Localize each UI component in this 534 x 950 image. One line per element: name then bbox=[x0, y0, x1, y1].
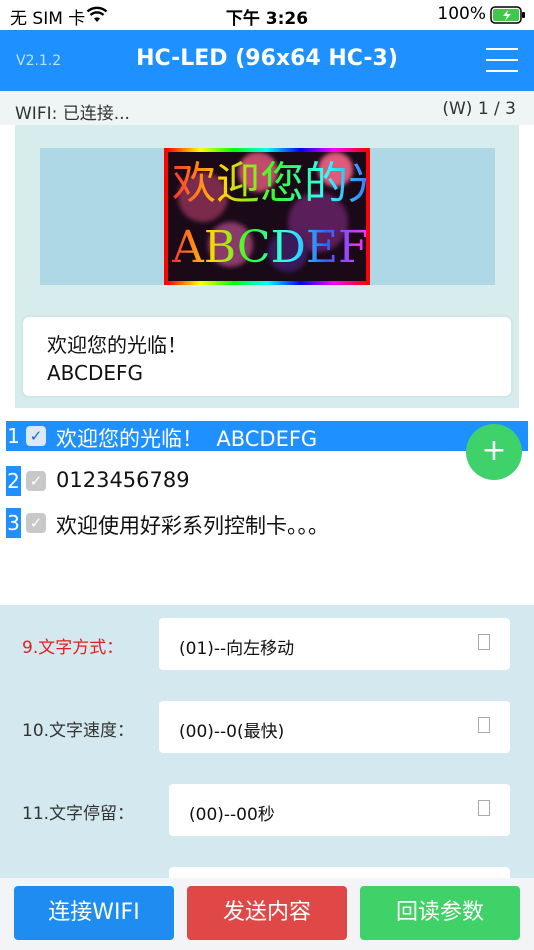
setting-text-mode: 9.文字方式： (01)--向左移动 bbox=[0, 618, 534, 670]
add-program-button[interactable]: + bbox=[466, 424, 522, 480]
dropdown-icon bbox=[478, 634, 490, 650]
list-item[interactable]: 3 ✓ 欢迎使用好彩系列控制卡。。。 bbox=[6, 508, 528, 538]
program-list: 1 ✓ 欢迎您的光临！ ABCDEFG 2 ✓ 0123456789 3 ✓ 欢… bbox=[6, 421, 528, 593]
text-speed-select[interactable]: (00)--0(最快) bbox=[159, 701, 510, 753]
led-preview-frame: 欢迎您的光临！ ABCDEFG bbox=[40, 148, 495, 285]
setting-label: 11.文字停留： bbox=[22, 804, 135, 824]
wifi-connection-status: WIFI: 已连接... bbox=[15, 104, 130, 124]
list-item-label: 欢迎使用好彩系列控制卡。。。 bbox=[56, 514, 329, 538]
led-preview-screen[interactable]: 欢迎您的光临！ ABCDEFG bbox=[164, 148, 370, 285]
checkbox-checked-icon[interactable]: ✓ bbox=[26, 471, 46, 491]
page-indicator: (W) 1 / 3 bbox=[442, 99, 516, 119]
battery-icon bbox=[490, 6, 526, 29]
plus-icon: + bbox=[481, 433, 507, 468]
list-item-number: 3 bbox=[6, 508, 21, 538]
bottom-action-bar: 连接WIFI 发送内容 回读参数 bbox=[0, 878, 534, 950]
select-value: (00)--0(最快) bbox=[179, 722, 285, 742]
status-bar: 无 SIM 卡 下午 3:26 100% bbox=[0, 0, 534, 30]
select-value: (01)--向左移动 bbox=[179, 639, 295, 659]
setting-label: 10.文字速度： bbox=[22, 721, 135, 741]
text-mode-select[interactable]: (01)--向左移动 bbox=[159, 618, 510, 670]
checkbox-checked-icon[interactable]: ✓ bbox=[26, 426, 46, 446]
wifi-status-row: WIFI: 已连接... (W) 1 / 3 bbox=[0, 91, 534, 125]
preview-panel: 欢迎您的光临！ ABCDEFG 欢迎您的光临！ ABCDEFG bbox=[15, 125, 519, 408]
nav-bar: V2.1.2 HC-LED (96x64 HC-3) bbox=[0, 30, 534, 91]
settings-panel: 9.文字方式： (01)--向左移动 10.文字速度： (00)--0(最快) … bbox=[0, 605, 534, 919]
page-title: HC-LED (96x64 HC-3) bbox=[136, 46, 398, 71]
list-item-label: 0123456789 bbox=[56, 468, 190, 492]
list-item-label: 欢迎您的光临！ ABCDEFG bbox=[56, 427, 318, 451]
text-stay-select[interactable]: (00)--00秒 bbox=[169, 784, 510, 836]
dropdown-icon bbox=[478, 800, 490, 816]
setting-text-speed: 10.文字速度： (00)--0(最快) bbox=[0, 701, 534, 753]
menu-icon[interactable] bbox=[486, 48, 518, 72]
led-preview-line-1: 欢迎您的光临！ bbox=[172, 158, 366, 210]
select-value: (00)--00秒 bbox=[189, 805, 275, 825]
dropdown-icon bbox=[478, 717, 490, 733]
connect-wifi-button[interactable]: 连接WIFI bbox=[14, 886, 174, 940]
read-back-params-button[interactable]: 回读参数 bbox=[360, 886, 520, 940]
list-item-number: 1 bbox=[6, 421, 21, 451]
led-preview-line-2: ABCDEFG bbox=[172, 222, 366, 274]
list-item[interactable]: 1 ✓ 欢迎您的光临！ ABCDEFG bbox=[6, 421, 528, 451]
battery-percentage: 100% bbox=[437, 4, 486, 24]
setting-label: 9.文字方式： bbox=[22, 638, 124, 658]
send-content-button[interactable]: 发送内容 bbox=[187, 886, 347, 940]
list-item-number: 2 bbox=[6, 466, 21, 496]
content-text-box[interactable]: 欢迎您的光临！ ABCDEFG bbox=[21, 315, 513, 398]
setting-text-stay: 11.文字停留： (00)--00秒 bbox=[0, 784, 534, 836]
checkbox-checked-icon[interactable]: ✓ bbox=[26, 513, 46, 533]
list-item[interactable]: 2 ✓ 0123456789 bbox=[6, 466, 528, 496]
